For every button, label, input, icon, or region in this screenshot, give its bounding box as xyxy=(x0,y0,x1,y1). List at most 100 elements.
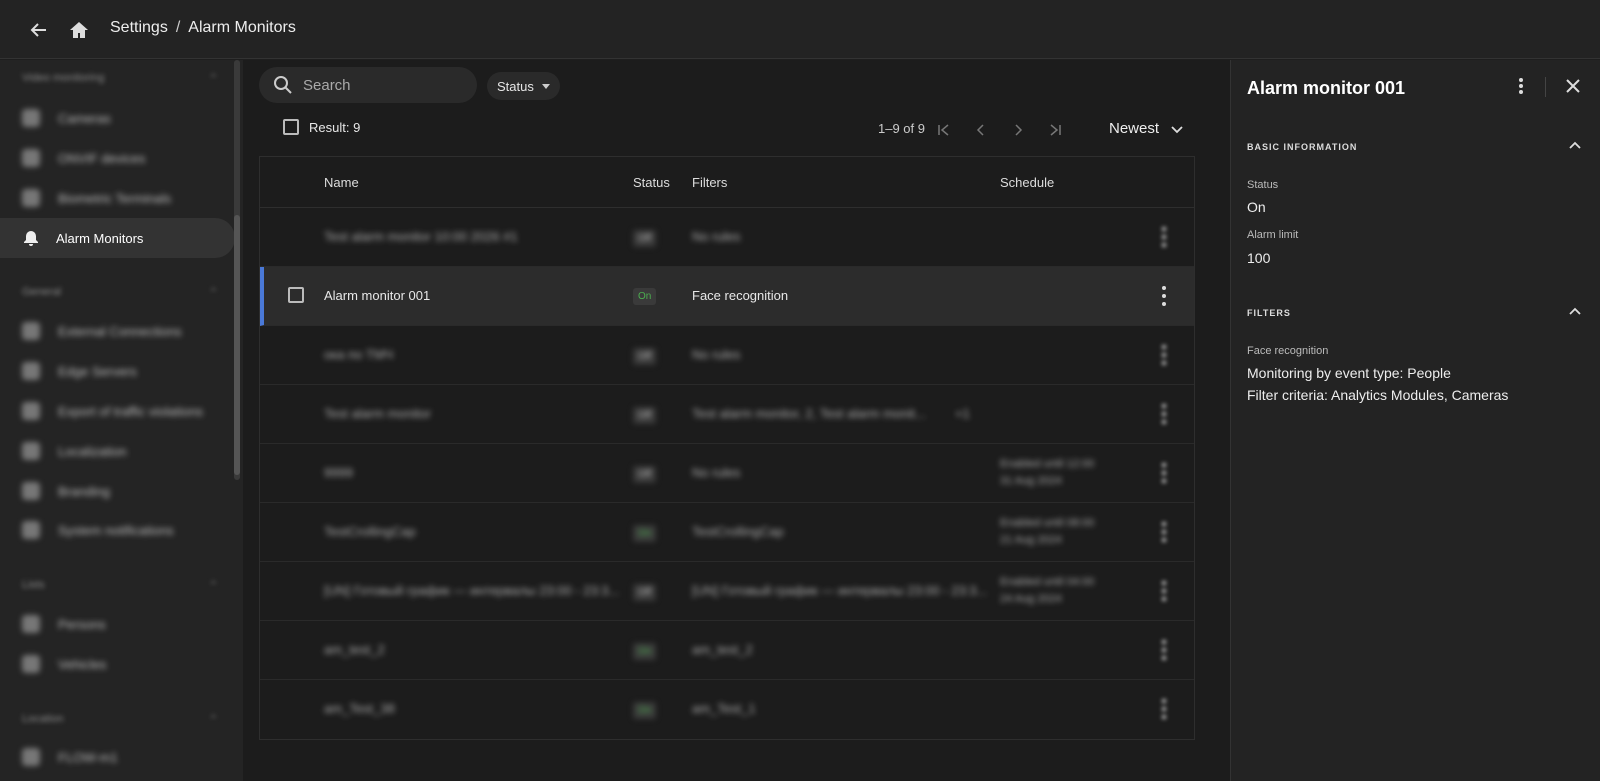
column-filters[interactable]: Filters xyxy=(692,175,727,190)
section-basic-information[interactable]: BASIC INFORMATION xyxy=(1247,142,1357,152)
table-row-selected[interactable]: Alarm monitor 001 On Face recognition xyxy=(260,267,1194,326)
more-vert-icon[interactable] xyxy=(1162,640,1166,660)
row-filters: No rules xyxy=(692,229,741,244)
sidebar-item-label: Alarm Monitors xyxy=(56,230,144,246)
sidebar-item-biometric[interactable]: Biometric Terminals xyxy=(0,178,235,218)
row-filters: am_Test_1 xyxy=(692,701,756,716)
collapse-icon: ⌃ xyxy=(208,580,218,592)
breadcrumb-separator: / xyxy=(175,19,181,36)
sidebar: Video monitoring ⌃ Cameras ONVIF devices … xyxy=(0,60,243,781)
table-row[interactable]: 9999 Off No rules Enabled until 12:00 31… xyxy=(260,444,1194,503)
breadcrumb-settings[interactable]: Settings xyxy=(110,19,168,37)
sidebar-section-lists[interactable]: Lists ⌃ xyxy=(22,579,218,592)
row-filters-more: +1 xyxy=(955,406,970,421)
search-icon xyxy=(274,76,292,94)
sort-dropdown[interactable]: Newest xyxy=(1109,120,1185,137)
more-vert-icon[interactable] xyxy=(1162,581,1166,601)
first-page-icon[interactable] xyxy=(928,115,960,145)
pagination-controls xyxy=(928,115,1071,145)
more-vert-icon[interactable] xyxy=(1509,74,1533,98)
pagination-range: 1–9 of 9 xyxy=(878,121,925,136)
chevron-down-icon xyxy=(1171,125,1183,133)
row-checkbox[interactable] xyxy=(288,287,304,306)
sidebar-item-export[interactable]: Export of traffic violations xyxy=(0,391,235,431)
panel-title: Alarm monitor 001 xyxy=(1247,78,1406,98)
filter-event-type: Monitoring by event type: People xyxy=(1247,365,1451,381)
column-status[interactable]: Status xyxy=(633,175,670,190)
status-label: Status xyxy=(1247,179,1279,191)
more-vert-icon[interactable] xyxy=(1162,522,1166,542)
row-name: Test alarm monitor xyxy=(324,406,431,421)
sidebar-section-general[interactable]: General ⌃ xyxy=(22,286,218,299)
row-name: Test alarm monitor 10:00 2026 #1 xyxy=(324,229,518,244)
row-name: TestCrollingCap xyxy=(324,524,416,539)
row-schedule: Enabled until 04:00 24 Aug 2024 xyxy=(1000,576,1095,605)
column-schedule[interactable]: Schedule xyxy=(1000,175,1054,190)
sidebar-item-branding[interactable]: Branding xyxy=(0,471,235,511)
chevron-up-icon[interactable] xyxy=(1567,138,1583,157)
export-icon xyxy=(22,402,40,420)
sidebar-item-notifications[interactable]: System notifications xyxy=(0,510,235,550)
status-badge: Off xyxy=(633,230,657,247)
scrollbar-thumb[interactable] xyxy=(234,215,240,475)
table-row[interactable]: Test alarm monitor Off Test alarm monito… xyxy=(260,385,1194,444)
more-vert-icon[interactable] xyxy=(1162,699,1166,719)
sidebar-item-label: System notifications xyxy=(58,522,174,538)
table-row[interactable]: am_test_2 On am_test_2 xyxy=(260,621,1194,680)
sidebar-item-external[interactable]: External Connections xyxy=(0,311,235,351)
filter-label: Face recognition xyxy=(1247,345,1329,357)
sidebar-item-localization[interactable]: Localization xyxy=(0,431,235,471)
next-page-icon[interactable] xyxy=(1002,115,1034,145)
top-bar: Settings / Alarm Monitors xyxy=(0,0,1600,59)
sidebar-item-edge[interactable]: Edge Servers xyxy=(0,351,235,391)
bell-icon xyxy=(22,229,40,247)
sidebar-section-video[interactable]: Video monitoring ⌃ xyxy=(22,72,218,85)
section-filters[interactable]: FILTERS xyxy=(1247,308,1291,318)
table-row[interactable]: Test alarm monitor 10:00 2026 #1 Off No … xyxy=(260,208,1194,267)
sidebar-item-cameras[interactable]: Cameras xyxy=(0,98,235,138)
sidebar-item-label: Vehicles xyxy=(58,656,107,672)
status-badge: Off xyxy=(633,407,657,424)
back-arrow-icon[interactable] xyxy=(19,10,59,50)
sidebar-item-alarm-monitors[interactable]: Alarm Monitors xyxy=(0,218,235,258)
close-icon[interactable] xyxy=(1561,74,1585,98)
sidebar-item-label: FLOW-m1 xyxy=(58,749,118,765)
sidebar-scrollbar[interactable] xyxy=(234,60,240,480)
sidebar-item-vehicles[interactable]: Vehicles xyxy=(0,644,235,684)
detail-panel: Alarm monitor 001 BASIC INFORMATION Stat… xyxy=(1230,60,1600,781)
select-all-checkbox[interactable] xyxy=(283,119,299,135)
status-value: On xyxy=(1247,199,1266,215)
palette-icon xyxy=(22,482,40,500)
sidebar-item-label: Persons xyxy=(58,616,106,632)
sidebar-item-onvif[interactable]: ONVIF devices xyxy=(0,138,235,178)
sidebar-section-location[interactable]: Location ⌃ xyxy=(22,713,218,726)
more-vert-icon[interactable] xyxy=(1162,404,1166,424)
more-vert-icon[interactable] xyxy=(1162,463,1166,483)
more-vert-icon[interactable] xyxy=(1162,227,1166,247)
row-name: am_test_2 xyxy=(324,642,385,657)
alarm-limit-label: Alarm limit xyxy=(1247,229,1299,241)
last-page-icon[interactable] xyxy=(1039,115,1071,145)
column-name[interactable]: Name xyxy=(324,175,359,190)
table-row[interactable]: am_Test_38 On am_Test_1 xyxy=(260,680,1194,739)
sidebar-item-persons[interactable]: Persons xyxy=(0,604,235,644)
alarm-limit-value: 100 xyxy=(1247,250,1271,266)
breadcrumb-current: Alarm Monitors xyxy=(188,19,296,36)
sidebar-item-label: Edge Servers xyxy=(58,363,137,379)
more-vert-icon[interactable] xyxy=(1162,345,1166,365)
row-name: Alarm monitor 001 xyxy=(324,288,431,303)
chevron-up-icon[interactable] xyxy=(1567,304,1583,323)
status-filter-dropdown[interactable]: Status xyxy=(487,72,560,100)
table-row[interactable]: ока по ТМЧ Off No rules xyxy=(260,326,1194,385)
row-status: On xyxy=(633,287,657,305)
table-row[interactable]: TestCrollingCap On TestCrollingCap Enabl… xyxy=(260,503,1194,562)
prev-page-icon[interactable] xyxy=(965,115,997,145)
row-filters: Test alarm monitor, 2, Test alarm monit.… xyxy=(692,406,926,421)
search-input[interactable]: Search xyxy=(259,67,477,103)
table-row[interactable]: [UN] Готовый график — интервалы 23:00 - … xyxy=(260,562,1194,621)
home-icon[interactable] xyxy=(59,10,99,50)
row-status: Off xyxy=(633,347,657,365)
row-filters: TestCrollingCap xyxy=(692,524,784,539)
sidebar-item-flow[interactable]: FLOW-m1 xyxy=(0,737,235,777)
more-vert-icon[interactable] xyxy=(1162,286,1166,306)
